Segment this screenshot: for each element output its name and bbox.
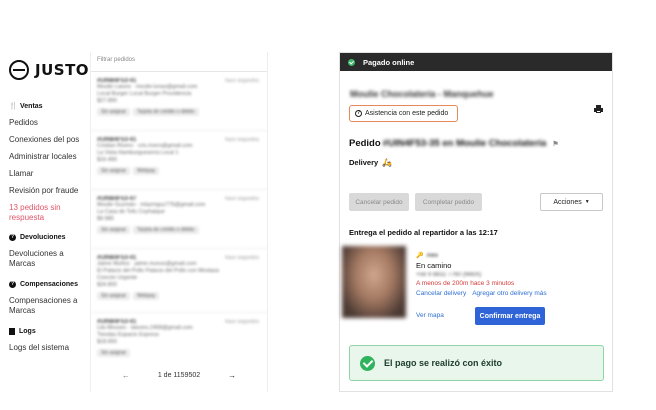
order-tag: Webpay [133,167,160,175]
caret-down-icon: ▼ [584,199,590,205]
add-delivery-link[interactable]: Agregar otro delivery más [472,290,546,297]
order-time: hace segundos [225,319,259,325]
order-detail-panel: Pagado online Moulie Chocolatería - Manq… [339,52,613,392]
printer-icon[interactable] [594,105,603,113]
order-tag: Webpay [133,292,160,300]
order-list-item[interactable]: #UIN84F53-41 hace segundos Lila Mosses ·… [91,313,267,372]
sidebar-section-devoluciones: ? Devoluciones [9,233,66,241]
assistance-button[interactable]: ? Asistencia con este pedido [349,105,458,122]
sidebar: JUSTO 🍴 Ventas Pedidos Conexiones del po… [0,0,89,410]
actions-dropdown[interactable]: Acciones ▼ [540,193,603,211]
question-icon: ? [9,280,16,288]
sidebar-item-devoluciones-marcas[interactable]: Devoluciones a Marcas [9,249,89,269]
order-customer: Moulie Laiuns · moulie.lunas@gmail.com [97,84,198,90]
cancel-order-button[interactable]: Cancelar pedido [349,193,409,211]
courier-name: Alex [426,252,439,259]
order-total: $18.650 [97,339,117,345]
courier-info: 🔑 Alex En camino +56 9 8832 7760 (Mitch)… [416,252,547,298]
question-icon: ? [9,233,16,241]
order-customer: Moulie Guzmán · mlazmguz776@gmail.com [97,202,206,208]
order-store: Local Burger Local Burger Providencia [97,91,192,97]
payment-success-banner: El pago se realizó con éxito [349,345,604,381]
order-tag: Tarjeta de crédito o débito [133,108,199,116]
order-customer: Jaime Muñoz · jaime.munoz@gmail.com [97,261,197,267]
order-list-item[interactable]: #UIN84F53-41 hace segundos Jaime Muñoz ·… [91,249,267,313]
orders-list: Filtrar pedidos #UIN84F53-41 hace segund… [90,52,268,392]
sidebar-item-revision-fraude[interactable]: Revisión por fraude [9,186,89,196]
order-tag: Tarjeta de crédito o débito [133,226,199,234]
order-time: hace segundos [225,78,259,84]
flag-icon[interactable]: ⚑ [552,140,558,148]
order-time: hace segundos [225,137,259,143]
check-circle-icon [348,58,355,66]
sidebar-nav: 🍴 Ventas Pedidos Conexiones del pos Admi… [9,100,89,353]
document-icon [9,327,15,335]
cancel-delivery-link[interactable]: Cancelar delivery [416,290,466,297]
order-store: Tiendas Espacio Express [97,332,159,338]
logo-mark-icon [9,60,29,80]
order-list-item[interactable]: #UIN84F53-41 hace segundos Moulie Laiuns… [91,72,267,131]
order-title: Pedido #UIN4F53-35 en Moulie Chocolaterí… [349,138,559,149]
confirm-delivery-button[interactable]: Confirmar entrega [475,307,545,325]
sidebar-section-compensaciones: ? Compensaciones [9,280,78,288]
store-name: Moulie Chocolatería - Manquehue [350,89,494,99]
order-note: Concón Urgente [97,275,138,281]
order-total: $16.490 [97,157,117,163]
courier-avatar [342,246,406,318]
courier-phone: +56 9 8832 7760 (Mitch) [416,272,482,278]
sidebar-item-pedidos-sin-respuesta[interactable]: 13 pedidos sin respuesta [9,203,89,223]
order-store: La Casa de Tofu Coyhaique [97,209,165,215]
courier-eta: A menos de 200m hace 3 minutos [416,280,515,287]
filter-orders-input[interactable]: Filtrar pedidos [91,52,267,72]
pagination: ← 1 de 1159502 → [91,371,267,380]
order-tag: Sin asignar [97,349,131,357]
order-tag: Sin asignar [97,226,131,234]
check-circle-icon [360,355,375,371]
sidebar-item-logs-sistema[interactable]: Logs del sistema [9,343,89,353]
order-id-heading: #UIN4F53-35 en Moulie Chocolatería [382,138,547,149]
order-list-item[interactable]: #UIN84F53-41 hace segundos Cristian Rive… [91,131,267,190]
order-customer: Lila Mosses · lalunes.2458@gmail.com [97,325,193,331]
order-list-item[interactable]: #UIN84F53-47 hace segundos Moulie Guzmán… [91,190,267,249]
order-total: $34.800 [97,282,117,288]
order-store: La Vista Hamburguesería Local 1 [97,150,179,156]
sidebar-item-administrar-locales[interactable]: Administrar locales [9,152,89,162]
order-store: El Palacio del Pollo Palacio del Pollo c… [97,268,219,274]
order-tag: Sin asignar [97,292,131,300]
prev-page-arrow-icon[interactable]: ← [122,371,130,380]
key-icon: 🔑 [416,253,424,259]
question-icon: ? [355,110,362,117]
logo-text: JUSTO [35,61,90,79]
sidebar-item-llamar[interactable]: Llamar [9,169,89,179]
order-customer: Cristian Rivero · cris.rivero@gmail.com [97,143,193,149]
order-tag: Sin asignar [97,108,131,116]
complete-order-button[interactable]: Completar pedido [415,193,482,211]
view-map-link[interactable]: Ver mapa [416,312,444,319]
cutlery-icon: 🍴 [9,102,18,110]
order-tag: Sin asignar [97,167,131,175]
justo-logo[interactable]: JUSTO [9,60,89,80]
sidebar-item-conexiones[interactable]: Conexiones del pos [9,135,89,145]
scooter-icon: 🛵 [382,158,393,167]
order-total: $9.980 [97,216,114,222]
app-root: JUSTO 🍴 Ventas Pedidos Conexiones del po… [0,0,656,410]
next-page-arrow-icon[interactable]: → [228,371,236,380]
order-time: hace segundos [225,255,259,261]
payment-status-header: Pagado online [340,53,612,71]
sidebar-item-pedidos[interactable]: Pedidos [9,118,89,128]
order-total: $27.890 [97,98,117,104]
order-time: hace segundos [225,196,259,202]
handoff-instructions: Entrega el pedido al repartidor a las 12… [349,228,498,237]
sidebar-section-logs: Logs [9,325,89,337]
sidebar-item-compensaciones-marcas[interactable]: Compensaciones a Marcas [9,296,89,316]
courier-status: En camino [416,261,452,270]
page-indicator: 1 de 1159502 [157,372,201,379]
sidebar-section-ventas: 🍴 Ventas [9,102,43,110]
delivery-type: Delivery 🛵 [349,158,393,167]
